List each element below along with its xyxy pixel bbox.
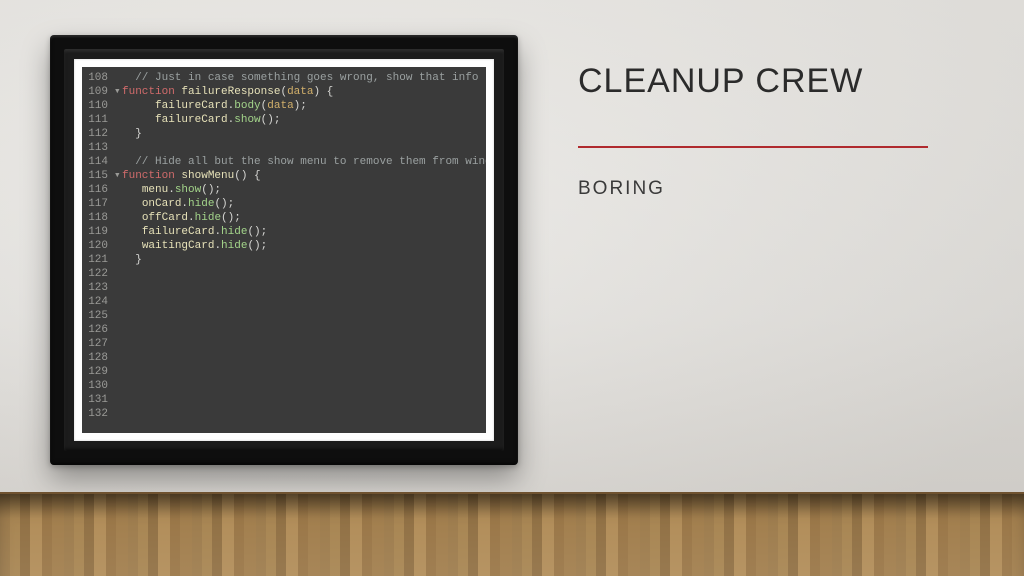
code-line: 111 failureCard.show(); <box>86 113 480 127</box>
code-content: } <box>122 127 480 141</box>
code-content: failureCard.hide(); <box>122 225 480 239</box>
line-number: 116 <box>86 183 114 197</box>
line-number: 123 <box>86 281 114 295</box>
code-line: 113 <box>86 141 480 155</box>
code-line: 115▾function showMenu() { <box>86 169 480 183</box>
frame-bevel: 108 // Just in case something goes wrong… <box>64 49 504 451</box>
line-number: 131 <box>86 393 114 407</box>
slide: 108 // Just in case something goes wrong… <box>0 0 1024 576</box>
code-line: 121 } <box>86 253 480 267</box>
code-content: } <box>122 253 480 267</box>
line-number: 130 <box>86 379 114 393</box>
code-line: 120 waitingCard.hide(); <box>86 239 480 253</box>
fold-marker-icon: ▾ <box>114 169 122 183</box>
slide-subtitle: BORING <box>578 178 665 200</box>
code-line: 128 <box>86 351 480 365</box>
line-number: 125 <box>86 309 114 323</box>
code-line: 109▾function failureResponse(data) { <box>86 85 480 99</box>
code-line: 117 onCard.hide(); <box>86 197 480 211</box>
code-line: 130 <box>86 379 480 393</box>
slide-title: CLEANUP CREW <box>578 62 974 101</box>
line-number: 115 <box>86 169 114 183</box>
line-number: 121 <box>86 253 114 267</box>
code-line: 122 <box>86 267 480 281</box>
code-editor: 108 // Just in case something goes wrong… <box>82 67 486 433</box>
fold-marker-icon: ▾ <box>114 85 122 99</box>
frame-mat: 108 // Just in case something goes wrong… <box>74 59 494 441</box>
line-number: 127 <box>86 337 114 351</box>
code-line: 110 failureCard.body(data); <box>86 99 480 113</box>
code-content: offCard.hide(); <box>122 211 480 225</box>
code-line: 124 <box>86 295 480 309</box>
code-line: 108 // Just in case something goes wrong… <box>86 71 480 85</box>
code-content: // Hide all but the show menu to remove … <box>122 155 486 169</box>
code-line: 112 } <box>86 127 480 141</box>
line-number: 114 <box>86 155 114 169</box>
code-line: 127 <box>86 337 480 351</box>
floor <box>0 492 1024 576</box>
line-number: 117 <box>86 197 114 211</box>
code-content: onCard.hide(); <box>122 197 480 211</box>
code-line: 129 <box>86 365 480 379</box>
line-number: 113 <box>86 141 114 155</box>
line-number: 110 <box>86 99 114 113</box>
line-number: 129 <box>86 365 114 379</box>
line-number: 109 <box>86 85 114 99</box>
line-number: 126 <box>86 323 114 337</box>
line-number: 111 <box>86 113 114 127</box>
title-divider <box>578 146 928 148</box>
line-number: 124 <box>86 295 114 309</box>
line-number: 108 <box>86 71 114 85</box>
line-number: 128 <box>86 351 114 365</box>
code-line: 125 <box>86 309 480 323</box>
code-line: 116 menu.show(); <box>86 183 480 197</box>
line-number: 120 <box>86 239 114 253</box>
code-line: 132 <box>86 407 480 421</box>
line-number: 112 <box>86 127 114 141</box>
code-content: // Just in case something goes wrong, sh… <box>122 71 480 85</box>
picture-frame: 108 // Just in case something goes wrong… <box>50 35 518 465</box>
code-line: 119 failureCard.hide(); <box>86 225 480 239</box>
code-content: menu.show(); <box>122 183 480 197</box>
code-line: 118 offCard.hide(); <box>86 211 480 225</box>
code-content: function showMenu() { <box>122 169 480 183</box>
code-line: 131 <box>86 393 480 407</box>
code-line: 126 <box>86 323 480 337</box>
code-content: function failureResponse(data) { <box>122 85 480 99</box>
code-content: failureCard.body(data); <box>122 99 480 113</box>
code-line: 114 // Hide all but the show menu to rem… <box>86 155 480 169</box>
code-line: 123 <box>86 281 480 295</box>
line-number: 132 <box>86 407 114 421</box>
line-number: 118 <box>86 211 114 225</box>
line-number: 119 <box>86 225 114 239</box>
code-content: failureCard.show(); <box>122 113 480 127</box>
code-content: waitingCard.hide(); <box>122 239 480 253</box>
line-number: 122 <box>86 267 114 281</box>
